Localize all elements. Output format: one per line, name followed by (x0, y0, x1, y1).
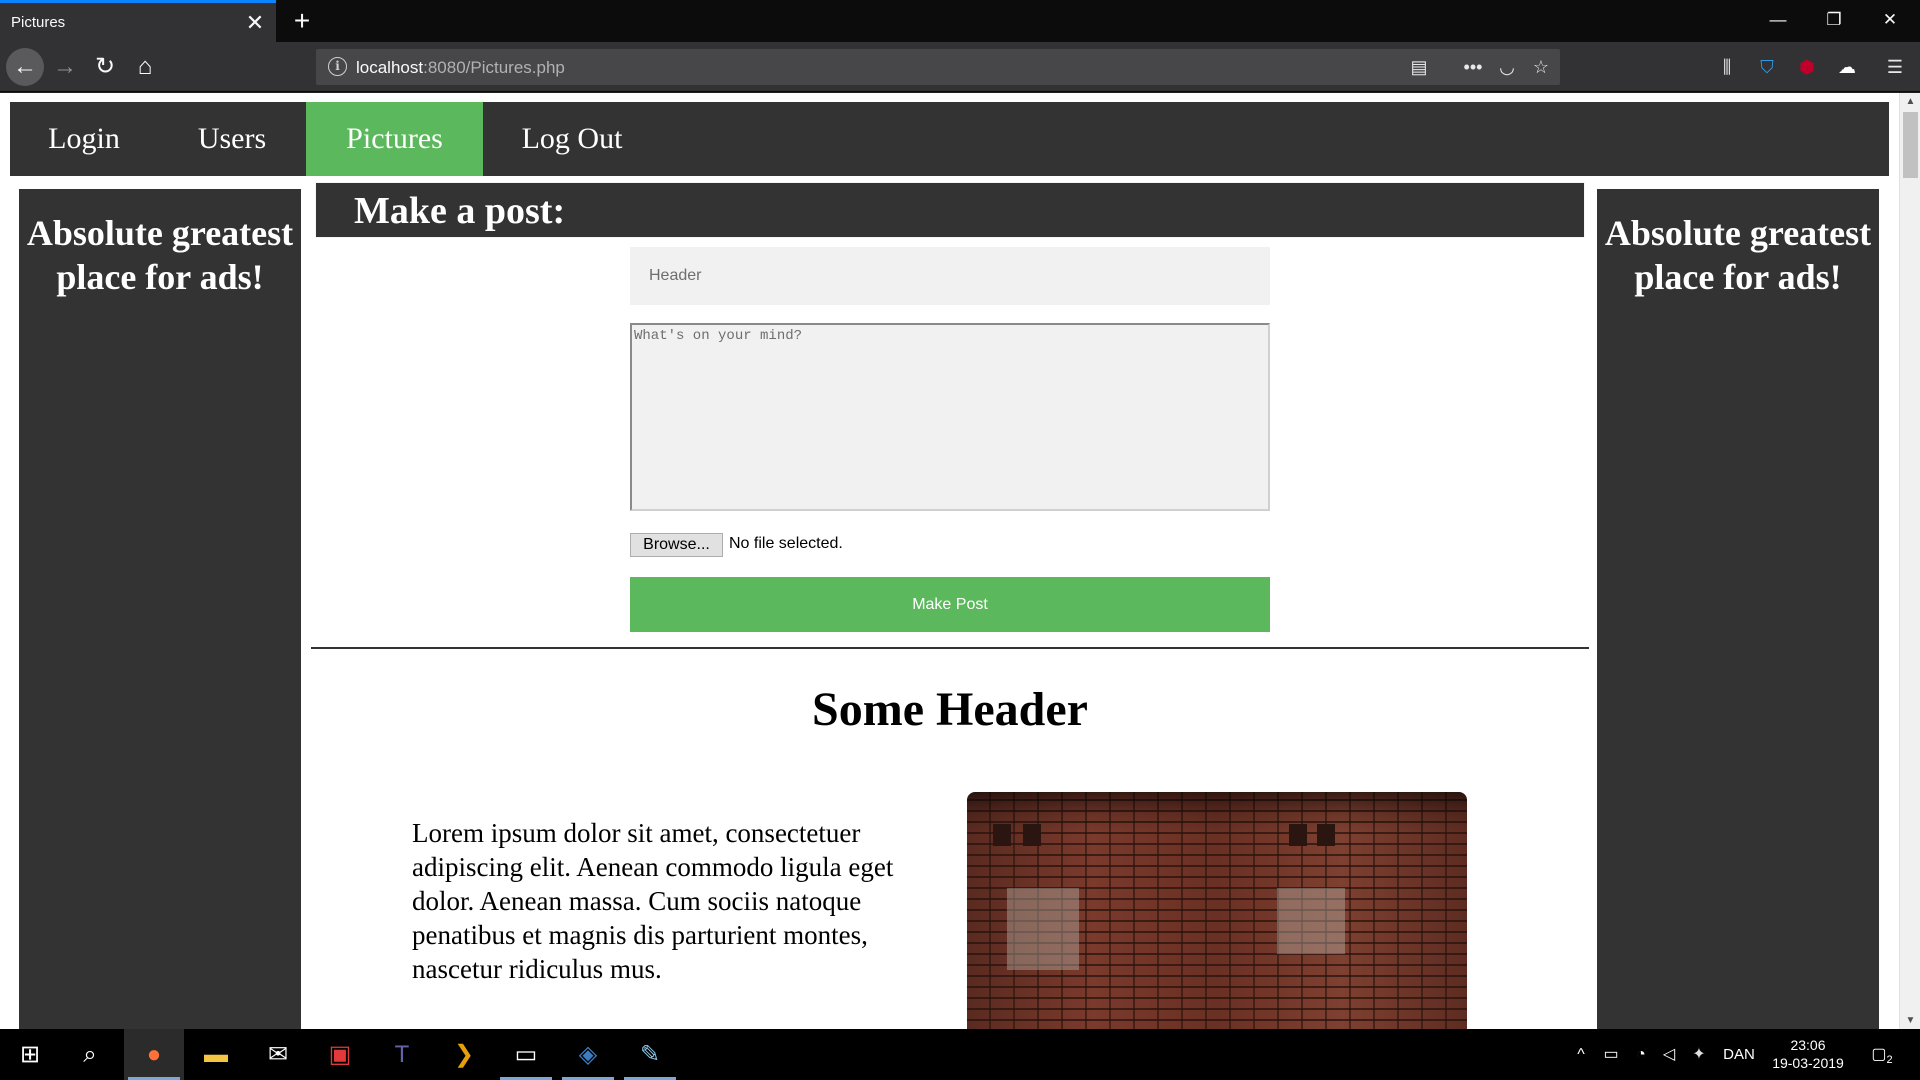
battery-icon[interactable]: ▭ (1598, 1029, 1624, 1080)
volume-muted-icon[interactable]: ◁ (1656, 1029, 1682, 1080)
film-app-icon[interactable]: ▣ (310, 1029, 370, 1080)
paint-icon[interactable]: ✎ (620, 1029, 680, 1080)
pocket-icon[interactable]: ◡ (1494, 54, 1520, 80)
search-icon[interactable]: ⌕ (60, 1029, 120, 1080)
post-header: Some Header (812, 683, 1088, 736)
restore-icon[interactable]: ❐ (1806, 0, 1862, 40)
windows-start-icon[interactable]: ⊞ (0, 1029, 60, 1080)
chevron-up-icon[interactable]: ^ (1570, 1029, 1592, 1080)
photo-detail (1317, 824, 1335, 846)
plex-icon[interactable]: ❯ (434, 1029, 494, 1080)
plus-icon[interactable]: + (286, 5, 318, 37)
scroll-up-icon[interactable]: ▲ (1900, 93, 1920, 110)
mail-icon[interactable]: ✉ (248, 1029, 308, 1080)
scrollbar-thumb[interactable] (1903, 112, 1918, 178)
nav-item-users[interactable]: Users (158, 102, 306, 176)
windows-taskbar: ⊞ ⌕ ● ▬ ✉ ▣ T ❯ ▭ ◈ ✎ ^ ▭ ◔ ◁ ✦ DAN 23:0… (0, 1029, 1920, 1080)
content-divider (311, 647, 1589, 649)
post-body-textarea[interactable] (630, 323, 1270, 511)
dropbox-icon[interactable]: ✦ (1686, 1029, 1712, 1080)
file-explorer-icon[interactable]: ▬ (186, 1029, 246, 1080)
nav-item-logout[interactable]: Log Out (483, 102, 661, 176)
url-text[interactable]: localhost:8080/Pictures.php (356, 58, 565, 78)
browser-tab[interactable]: Pictures ✕ (0, 0, 276, 42)
page-scrollbar[interactable]: ▲ ▼ (1899, 93, 1920, 1029)
hamburger-menu-icon[interactable]: ☰ (1882, 54, 1908, 80)
site-info-icon[interactable]: i (328, 57, 347, 76)
photo-detail (1023, 824, 1041, 846)
post-body-text: Lorem ipsum dolor sit amet, consectetuer… (412, 818, 894, 984)
page-viewport: Login Users Pictures Log Out Absolute gr… (0, 93, 1920, 1029)
clock-time: 23:06 (1790, 1037, 1826, 1053)
address-bar[interactable]: i localhost:8080/Pictures.php ▤ ••• ◡ ☆ (316, 49, 1560, 85)
file-status-text: No file selected. (729, 535, 843, 552)
more-actions-icon[interactable]: ••• (1460, 54, 1486, 80)
library-icon[interactable]: ⫼ (1714, 54, 1740, 80)
shield-icon[interactable]: ⛉ (1754, 54, 1780, 80)
photo-detail (1277, 888, 1345, 954)
scroll-down-icon[interactable]: ▼ (1900, 1012, 1920, 1029)
file-browse-button[interactable]: Browse... (630, 533, 723, 557)
terminal-icon[interactable]: ▭ (496, 1029, 556, 1080)
make-post-heading-bar: Make a post: (315, 182, 1585, 238)
reader-view-icon[interactable]: ▤ (1406, 54, 1432, 80)
browser-toolbar: ← → ↻ ⌂ i localhost:8080/Pictures.php ▤ … (0, 42, 1920, 92)
firefox-icon[interactable]: ● (124, 1029, 184, 1080)
notifications-icon[interactable]: ▢2 (1862, 1029, 1902, 1080)
make-post-button[interactable]: Make Post (630, 577, 1270, 632)
close-icon[interactable]: ✕ (242, 10, 268, 36)
cloud-icon[interactable]: ☁ (1834, 54, 1860, 80)
photo-detail (1007, 888, 1079, 970)
language-indicator[interactable]: DAN (1718, 1029, 1760, 1080)
minimize-icon[interactable]: — (1750, 0, 1806, 40)
close-icon[interactable]: ✕ (1862, 0, 1918, 40)
tab-title: Pictures (11, 14, 66, 31)
teams-icon[interactable]: T (372, 1029, 432, 1080)
nav-item-login[interactable]: Login (10, 102, 158, 176)
photo-detail (1289, 824, 1307, 846)
brick-wall-photo (967, 792, 1467, 1029)
notification-count: 2 (1886, 1054, 1893, 1067)
make-post-heading: Make a post: (354, 190, 566, 232)
ublock-icon[interactable]: ⬢ (1794, 54, 1820, 80)
reload-icon[interactable]: ↻ (86, 48, 124, 86)
main-content: Make a post: Browse... No file selected.… (311, 182, 1589, 1029)
nav-item-pictures[interactable]: Pictures (306, 102, 483, 176)
bookmark-star-icon[interactable]: ☆ (1528, 54, 1554, 80)
clock-date: 19-03-2019 (1772, 1055, 1844, 1071)
left-ad-panel: Absolute greatest place for ads! (19, 189, 301, 1029)
right-ad-panel: Absolute greatest place for ads! (1597, 189, 1879, 1029)
home-icon[interactable]: ⌂ (126, 48, 164, 86)
system-clock[interactable]: 23:06 19-03-2019 (1768, 1036, 1848, 1072)
wifi-icon[interactable]: ◔ (1628, 1029, 1654, 1080)
site-navigation: Login Users Pictures Log Out (10, 102, 1889, 176)
visual-studio-icon[interactable]: ◈ (558, 1029, 618, 1080)
forward-arrow-icon[interactable]: → (46, 48, 84, 86)
photo-detail (993, 824, 1011, 846)
post-header-input[interactable] (630, 247, 1270, 305)
browser-titlebar: Pictures ✕ + — ❐ ✕ (0, 0, 1920, 42)
back-arrow-icon[interactable]: ← (6, 48, 44, 86)
